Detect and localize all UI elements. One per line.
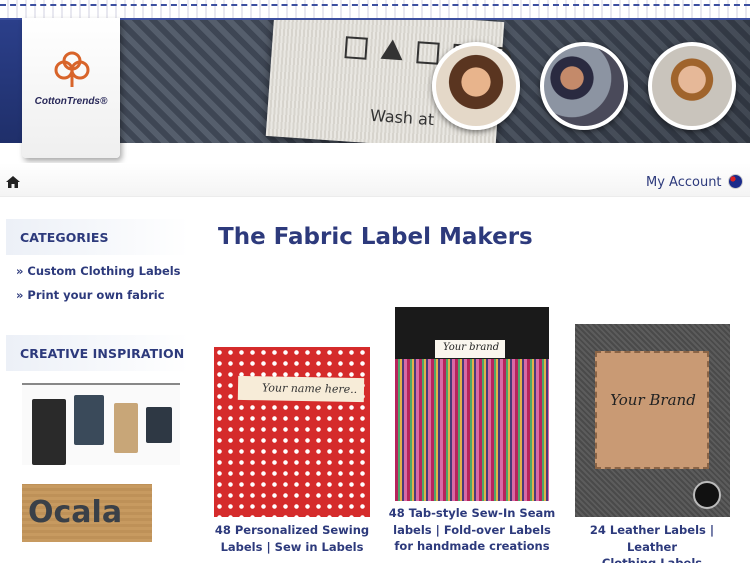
caption-line: labels | Fold-over Labels bbox=[393, 522, 551, 537]
caption-line: 24 Leather Labels | Leather bbox=[589, 523, 715, 554]
category-custom-clothing-labels[interactable]: » Custom Clothing Labels bbox=[16, 264, 181, 278]
page: Wash at CottonTrends® My Account CATEGOR… bbox=[0, 0, 750, 563]
product-caption-tab-style-seam-labels[interactable]: 48 Tab-style Sew-In Seam labels | Fold-o… bbox=[388, 505, 556, 555]
brand-logo[interactable]: CottonTrends® bbox=[22, 18, 120, 166]
customer-photo-woman bbox=[432, 42, 520, 130]
creative-inspiration-heading-text: CREATIVE INSPIRATION bbox=[20, 346, 185, 361]
product-image-tab-style-seam-labels[interactable]: Your brand bbox=[395, 307, 549, 501]
page-title: The Fabric Label Makers bbox=[218, 224, 533, 250]
product-image-personalized-sewing-labels[interactable]: Your name here.. bbox=[214, 347, 370, 517]
cotton-flower-icon bbox=[54, 51, 90, 87]
hang-tag bbox=[74, 395, 104, 445]
hang-tag bbox=[146, 407, 172, 443]
caption-line: 48 Tab-style Sew-In Seam bbox=[388, 506, 556, 520]
tumble-dry-icon bbox=[416, 41, 440, 65]
hang-tag bbox=[114, 403, 138, 453]
product-label-text: Your name here.. bbox=[237, 375, 365, 403]
inspiration-tag-text: Ocala bbox=[28, 495, 123, 530]
category-print-your-own-fabric[interactable]: » Print your own fabric bbox=[16, 288, 165, 302]
caption-line: for handmade creations bbox=[394, 539, 550, 553]
my-account-link[interactable]: My Account bbox=[646, 175, 722, 190]
leather-patch: Your Brand bbox=[595, 351, 709, 469]
australia-flag-icon[interactable] bbox=[728, 174, 743, 189]
hang-tag bbox=[32, 399, 66, 465]
caption-line: 48 Personalized Sewing bbox=[214, 523, 370, 537]
nav-bar bbox=[0, 163, 750, 197]
categories-heading: CATEGORIES bbox=[6, 219, 189, 255]
no-bleach-icon bbox=[380, 38, 404, 61]
categories-heading-text: CATEGORIES bbox=[20, 230, 109, 245]
brand-name: CottonTrends® bbox=[34, 96, 108, 107]
product-label-text: Your brand bbox=[435, 340, 505, 358]
product-caption-personalized-sewing-labels[interactable]: 48 Personalized Sewing Labels | Sew in L… bbox=[214, 522, 370, 555]
wash-symbol-icon bbox=[344, 36, 368, 60]
creative-inspiration-heading: CREATIVE INSPIRATION bbox=[6, 335, 189, 371]
caption-line: Labels | Sew in Labels bbox=[220, 539, 364, 554]
top-stitch-stripe bbox=[0, 0, 750, 20]
customer-photo-sewing bbox=[540, 42, 628, 130]
customer-photo-man bbox=[648, 42, 736, 130]
product-image-leather-labels[interactable]: Your Brand bbox=[575, 324, 730, 517]
brand-badge-icon bbox=[693, 481, 721, 509]
caption-line: Clothing Labels bbox=[601, 556, 703, 563]
home-icon[interactable] bbox=[6, 176, 20, 188]
product-label-text: Your Brand bbox=[610, 391, 696, 409]
inspiration-hang-tags-image[interactable] bbox=[22, 383, 180, 465]
product-caption-leather-labels[interactable]: 24 Leather Labels | Leather Clothing Lab… bbox=[568, 522, 736, 563]
